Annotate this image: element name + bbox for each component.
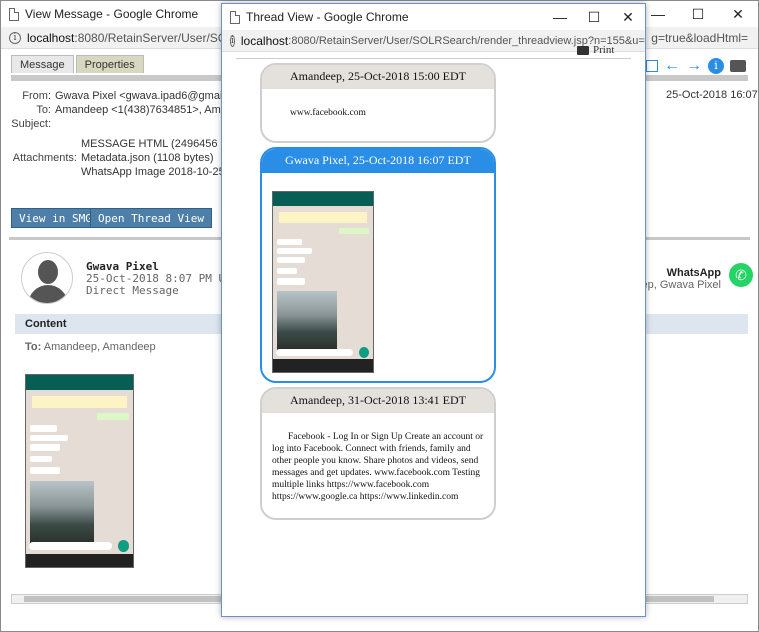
back-url-tail: g=true&loadHtml= [651, 30, 748, 45]
page-icon [9, 7, 19, 21]
front-url-host: localhost [240, 33, 289, 48]
whatsapp-screenshot-image[interactable] [25, 374, 134, 568]
back-window-title: View Message - Google Chrome [25, 7, 199, 21]
back-window-controls: — ☐ ✕ [638, 1, 758, 27]
thread-view-window: Thread View - Google Chrome — ☐ ✕ i loca… [221, 3, 646, 617]
maximize-icon[interactable]: ☐ [678, 1, 718, 27]
message-tabs: Message Properties [11, 55, 146, 73]
thread-message-header: Amandeep, 31-Oct-2018 13:41 EDT [262, 389, 494, 413]
from-label: From: [22, 90, 51, 102]
message-date: 25-Oct-2018 16:07 [666, 89, 758, 101]
close-icon[interactable]: ✕ [611, 4, 645, 30]
maximize-icon[interactable]: ☐ [577, 4, 611, 30]
sender-info: Gwava Pixel 25-Oct-2018 8:07 PM UTC Dire… [86, 261, 238, 297]
message-toolbar: ← → i [646, 57, 756, 75]
attachments-label: Attachments: [12, 152, 77, 164]
back-url-host: localhost [27, 30, 75, 45]
info-circle-icon[interactable]: i [708, 58, 724, 74]
print-label: Print [593, 44, 615, 56]
view-in-smg-button[interactable]: View in SMG [11, 208, 100, 228]
thread-message-body: www.facebook.com [290, 108, 366, 118]
subject-label: Subject: [11, 118, 51, 130]
page-icon [230, 10, 240, 24]
info-icon[interactable]: i [230, 34, 235, 47]
tab-properties[interactable]: Properties [75, 55, 144, 73]
to-label: To: [36, 104, 51, 116]
from-value: Gwava Pixel <gwava.ipad6@gmail.com [55, 90, 249, 102]
thread-message-header: Amandeep, 25-Oct-2018 15:00 EDT [262, 65, 494, 89]
app-name: WhatsApp [666, 267, 721, 279]
print-icon[interactable] [730, 60, 746, 72]
sender-type: Direct Message [86, 284, 179, 297]
arrow-left-icon[interactable]: ← [664, 57, 680, 75]
thread-message-header: Gwava Pixel, 25-Oct-2018 16:07 EDT [262, 149, 494, 173]
thread-message-card[interactable]: Amandeep, 25-Oct-2018 15:00 EDT www.face… [260, 63, 496, 143]
message-metadata: From: Gwava Pixel <gwava.ipad6@gmail.com … [11, 89, 250, 179]
app-sub: ep, Gwava Pixel [641, 279, 721, 291]
open-thread-view-button[interactable]: Open Thread View [90, 208, 212, 228]
whatsapp-screenshot-image[interactable] [272, 191, 374, 373]
avatar [21, 252, 73, 304]
front-window-title: Thread View - Google Chrome [246, 10, 409, 24]
to-value: Amandeep <1(438)7634851>, Amande [55, 104, 246, 116]
print-separator [236, 58, 631, 59]
close-icon[interactable]: ✕ [718, 1, 758, 27]
app-info: WhatsApp ep, Gwava Pixel [641, 267, 721, 291]
attachment-1[interactable]: Metadata.json (1108 bytes) [81, 151, 213, 165]
content-to: To: Amandeep, Amandeep [25, 341, 156, 353]
print-button[interactable]: Print [577, 44, 614, 56]
list-icon[interactable] [646, 60, 658, 72]
content-to-label: To: [25, 341, 42, 353]
front-window-controls: — ☐ ✕ [543, 4, 645, 30]
info-icon[interactable]: i [9, 31, 21, 44]
tab-message[interactable]: Message [11, 55, 74, 73]
arrow-right-icon[interactable]: → [686, 57, 702, 75]
whatsapp-icon: ✆ [729, 263, 753, 287]
print-icon [577, 45, 589, 55]
content-to-recipients: Amandeep, Amandeep [43, 341, 156, 353]
thread-message-card-selected[interactable]: Gwava Pixel, 25-Oct-2018 16:07 EDT [260, 147, 496, 383]
thread-message-body: Facebook - Log In or Sign Up Create an a… [272, 432, 484, 502]
thread-message-card[interactable]: Amandeep, 31-Oct-2018 13:41 EDT Facebook… [260, 387, 496, 520]
minimize-icon[interactable]: — [543, 4, 577, 30]
